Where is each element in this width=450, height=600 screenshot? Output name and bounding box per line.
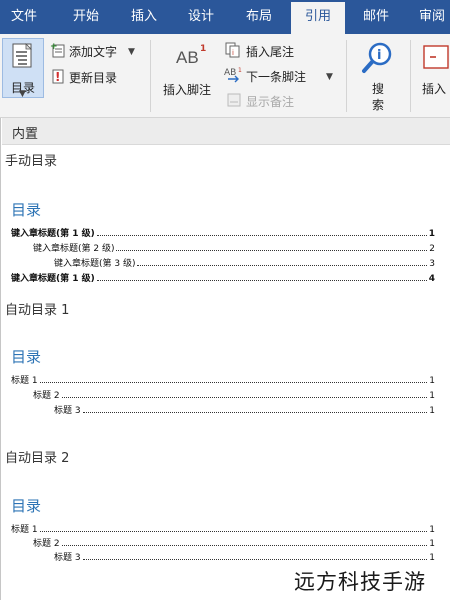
toc-entry: 键入章标题(第 1 级) 4 <box>11 274 435 284</box>
toc-button[interactable]: 目录 ▼ <box>2 38 44 99</box>
toc-entry: 键入章标题(第 3 级) 3 <box>54 259 435 269</box>
update-toc-label: 更新目录 <box>69 71 118 85</box>
tab-mailings[interactable]: 邮件 <box>350 0 402 34</box>
tab-file[interactable]: 文件 <box>0 0 48 34</box>
tab-layout[interactable]: 布局 <box>233 0 285 34</box>
toc-gallery: 内置 手动目录 目录 键入章标题(第 1 级) 1 键入章标题(第 2 级) 2 键… <box>0 118 450 600</box>
add-text-icon: + <box>50 42 65 58</box>
toc-option-manual[interactable]: 目录 键入章标题(第 1 级) 1 键入章标题(第 2 级) 2 键入章标题(第 3… <box>1 192 450 288</box>
add-text-button[interactable]: + 添加文字 ▼ <box>50 42 140 60</box>
svg-text:i: i <box>377 48 381 63</box>
insert-footnote-label: 插入脚注 <box>163 83 212 97</box>
toc-heading: 目录 <box>11 201 42 219</box>
tab-references[interactable]: 引用 <box>291 2 345 34</box>
chevron-down-icon: ▼ <box>19 89 26 99</box>
toc-entry: 键入章标题(第 2 级) 2 <box>33 244 435 254</box>
insert-citation-label: 插入 <box>422 82 447 96</box>
ribbon-separator <box>346 40 347 112</box>
toc-heading: 目录 <box>11 348 42 366</box>
toc-entry: 标题 21 <box>33 539 435 549</box>
section-title-manual: 手动目录 <box>5 154 58 169</box>
toc-entry: 标题 11 <box>11 525 435 535</box>
svg-text:!: ! <box>55 70 60 84</box>
show-notes-label: 显示备注 <box>246 95 295 109</box>
toc-entry: 标题 21 <box>33 391 435 401</box>
tab-review[interactable]: 审阅 <box>408 0 450 34</box>
search-label-2: 索 <box>372 98 385 112</box>
tab-insert[interactable]: 插入 <box>118 0 170 34</box>
tab-home[interactable]: 开始 <box>60 0 112 34</box>
toc-option-auto-2[interactable]: 目录 标题 11 标题 21 标题 31 <box>1 492 450 572</box>
watermark-text: 远方科技手游 <box>294 570 426 594</box>
footnote-ab-icon: AB <box>176 48 199 67</box>
svg-text:1: 1 <box>238 67 242 74</box>
chevron-down-icon: ▼ <box>128 47 135 57</box>
insert-citation-button[interactable]: 插入 <box>416 38 450 114</box>
ribbon-panel: 目录 ▼ + 添加文字 ▼ ! 更新目录 AB 1 插入脚注 i 插入尾注 AB… <box>0 34 450 118</box>
next-footnote-icon: AB 1 <box>224 67 242 83</box>
ribbon-separator <box>410 40 411 112</box>
tab-design[interactable]: 设计 <box>175 0 227 34</box>
toc-entry: 标题 11 <box>11 376 435 386</box>
update-toc-button[interactable]: ! 更新目录 <box>50 68 140 86</box>
show-notes-button[interactable]: 显示备注 <box>224 92 324 110</box>
ribbon-separator <box>150 40 151 112</box>
toc-heading: 目录 <box>11 497 42 515</box>
toc-icon <box>12 43 32 68</box>
svg-text:i: i <box>232 49 234 57</box>
next-footnote-button[interactable]: AB 1 下一条脚注 ▼ <box>224 67 336 85</box>
section-title-auto-2: 自动目录 2 <box>5 451 70 466</box>
show-notes-icon <box>227 93 241 107</box>
insert-endnote-label: 插入尾注 <box>246 45 295 59</box>
search-button[interactable]: i 搜 索 <box>356 38 400 114</box>
svg-text:+: + <box>50 42 58 52</box>
toc-entry: 键入章标题(第 1 级) 1 <box>11 229 435 239</box>
section-title-auto-1: 自动目录 1 <box>5 303 70 318</box>
insert-endnote-button[interactable]: i 插入尾注 <box>224 42 334 60</box>
search-icon: i <box>362 42 392 73</box>
update-toc-icon: ! <box>52 69 64 84</box>
footnote-superscript: 1 <box>200 44 207 54</box>
search-label-1: 搜 <box>372 82 385 96</box>
gallery-header: 内置 <box>2 118 450 145</box>
svg-text:AB: AB <box>224 68 236 78</box>
gallery-header-label: 内置 <box>12 127 39 142</box>
ribbon-tab-bar: 文件 开始 插入 设计 布局 引用 邮件 审阅 <box>0 0 450 34</box>
add-text-label: 添加文字 <box>69 45 118 59</box>
insert-footnote-button[interactable]: AB 1 插入脚注 <box>158 38 220 100</box>
toc-option-auto-1[interactable]: 目录 标题 11 标题 21 标题 31 <box>1 342 450 422</box>
insert-citation-icon <box>423 45 449 69</box>
toc-entry: 标题 31 <box>54 406 435 416</box>
endnote-icon: i <box>225 42 240 58</box>
toc-entry: 标题 31 <box>54 553 435 563</box>
next-footnote-label: 下一条脚注 <box>246 70 307 84</box>
chevron-down-icon: ▼ <box>326 72 333 82</box>
